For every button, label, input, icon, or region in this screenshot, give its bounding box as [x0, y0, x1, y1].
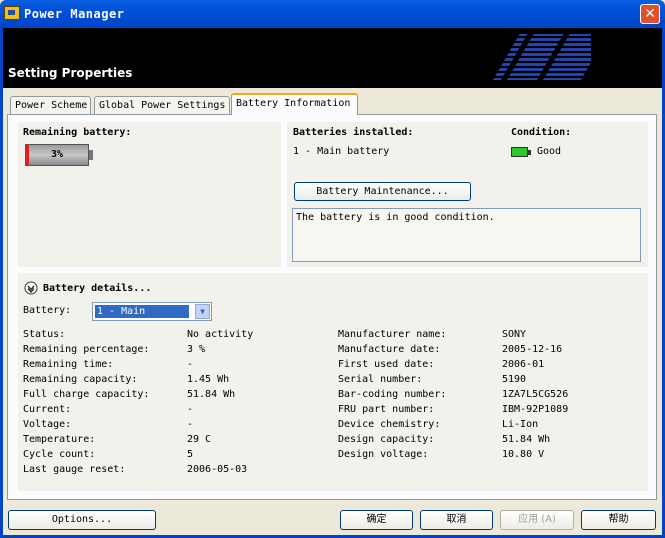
detail-value: - [187, 359, 194, 370]
detail-value: IBM-92P1089 [502, 404, 569, 415]
cancel-button[interactable]: 取消 [420, 510, 493, 530]
detail-label: FRU part number: [338, 404, 435, 415]
detail-value: 5190 [502, 374, 527, 385]
ibm-logo [481, 34, 591, 80]
detail-label: Last gauge reset: [23, 464, 126, 475]
detail-value: 1ZA7L5CG526 [502, 389, 569, 400]
ok-button[interactable]: 确定 [340, 510, 413, 530]
detail-value: SONY [502, 329, 527, 340]
detail-value: - [187, 419, 194, 430]
detail-value: 3 % [187, 344, 206, 355]
detail-label: Remaining percentage: [23, 344, 150, 355]
detail-label: Design voltage: [338, 449, 429, 460]
detail-value: Li-Ion [502, 419, 539, 430]
detail-label: Temperature: [23, 434, 96, 445]
battery-percent-text: 3% [50, 149, 64, 160]
batteries-installed-value: 1 - Main battery [293, 146, 390, 157]
battery-select[interactable]: 1 - Main ▼ [92, 302, 212, 321]
banner-title: Setting Properties [8, 66, 133, 80]
batteries-installed-label: Batteries installed: [293, 127, 414, 138]
detail-value: No activity [187, 329, 254, 340]
options-button[interactable]: Options... [8, 510, 156, 530]
tab-power-scheme[interactable]: Power Scheme [10, 96, 91, 114]
condition-label: Condition: [511, 127, 572, 138]
detail-value: 51.84 Wh [187, 389, 236, 400]
detail-label: Manufacturer name: [338, 329, 447, 340]
battery-gauge: 3% [25, 144, 89, 166]
battery-select-label: Battery: [23, 305, 72, 316]
detail-label: Remaining capacity: [23, 374, 138, 385]
detail-value: 10.80 V [502, 449, 545, 460]
detail-value: 2006-05-03 [187, 464, 248, 475]
detail-value: - [187, 404, 194, 415]
chevron-down-icon[interactable]: ▼ [195, 304, 210, 319]
detail-label: Remaining time: [23, 359, 114, 370]
detail-label: Cycle count: [23, 449, 96, 460]
battery-good-icon [511, 147, 528, 157]
detail-label: Manufacture date: [338, 344, 441, 355]
power-manager-icon[interactable] [4, 6, 20, 20]
battery-maintenance-button[interactable]: Battery Maintenance... [294, 182, 471, 201]
battery-details-header[interactable]: Battery details... [43, 283, 151, 294]
detail-label: Design capacity: [338, 434, 435, 445]
battery-terminal [89, 150, 93, 160]
apply-button: 应用 (A) [500, 510, 574, 530]
window-title: Power Manager [24, 7, 125, 21]
detail-value: 2005-12-16 [502, 344, 563, 355]
battery-status-message: The battery is in good condition. [292, 208, 641, 262]
detail-value: 2006-01 [502, 359, 545, 370]
detail-value: 29 C [187, 434, 212, 445]
battery-good-icon-terminal [528, 150, 531, 155]
tab-battery-information[interactable]: Battery Information [231, 93, 358, 115]
detail-label: Serial number: [338, 374, 423, 385]
detail-label: First used date: [338, 359, 435, 370]
battery-select-value: 1 - Main [94, 304, 190, 319]
detail-label: Status: [23, 329, 66, 340]
detail-value: 5 [187, 449, 194, 460]
detail-label: Current: [23, 404, 72, 415]
remaining-battery-label: Remaining battery: [23, 127, 132, 138]
detail-value: 51.84 Wh [502, 434, 551, 445]
detail-label: Voltage: [23, 419, 72, 430]
detail-label: Full charge capacity: [23, 389, 150, 400]
detail-label: Device chemistry: [338, 419, 441, 430]
help-button[interactable]: 帮助 [581, 510, 656, 530]
collapse-arrow-icon[interactable] [24, 281, 38, 295]
detail-value: 1.45 Wh [187, 374, 230, 385]
tab-global-power-settings[interactable]: Global Power Settings [94, 96, 230, 114]
detail-label: Bar-coding number: [338, 389, 447, 400]
close-button[interactable]: ✕ [640, 4, 660, 24]
condition-value: Good [537, 146, 562, 157]
